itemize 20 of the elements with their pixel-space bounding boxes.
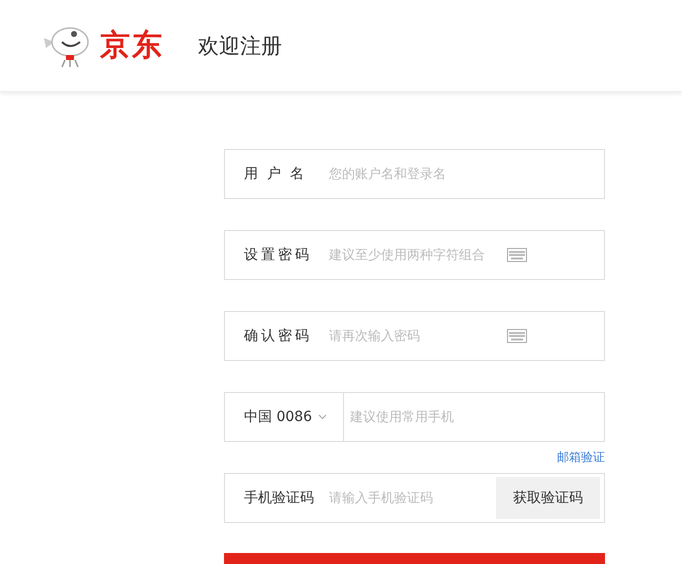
get-code-button[interactable]: 获取验证码 (496, 477, 600, 519)
email-verify-link[interactable]: 邮箱验证 (557, 449, 605, 466)
country-select[interactable]: 中国 0086 (225, 393, 344, 441)
placeholder-text: 您的账户名和登录名 (329, 166, 446, 183)
input-field[interactable]: 用户名 您的账户名和登录名 (224, 149, 605, 199)
page-title: 欢迎注册 (198, 32, 282, 60)
field-label: 手机验证码 (243, 489, 315, 507)
field-label: 设置密码 (243, 246, 313, 264)
placeholder-text: 建议至少使用两种字符组合 (329, 247, 486, 264)
placeholder-text: 请再次输入密码 (329, 328, 421, 345)
chevron-icon (318, 414, 328, 420)
keyboard-icon[interactable] (507, 329, 527, 343)
keyboard-icon[interactable] (507, 248, 527, 262)
field-label: 确认密码 (243, 327, 313, 345)
input-field[interactable]: 手机验证码 请输入手机验证码 获取验证码 (224, 473, 605, 523)
field-label: 用户名 (243, 165, 314, 183)
placeholder-text: 请输入手机验证码 (329, 490, 433, 507)
logo-text: 京东 (100, 27, 164, 65)
input-field[interactable]: 确认密码 请再次输入密码 (224, 311, 605, 361)
input-field[interactable]: 设置密码 建议至少使用两种字符组合 (224, 230, 605, 280)
